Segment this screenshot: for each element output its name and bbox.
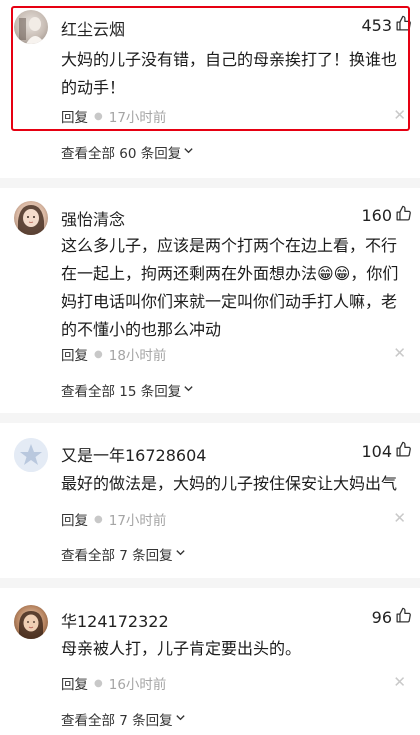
view-all-replies[interactable]: 查看全部 15 条回复 — [61, 380, 194, 400]
view-all-replies[interactable]: 查看全部 7 条回复 — [61, 544, 186, 564]
like-count: 96 — [371, 608, 392, 627]
view-all-label: 查看全部 60 条回复 — [61, 146, 182, 162]
comment-text: 最好的做法是，大妈的儿子按住保安让大妈出气 — [61, 474, 398, 493]
reply-button[interactable]: 回复 — [61, 673, 88, 693]
view-all-label: 查看全部 7 条回复 — [61, 713, 173, 729]
avatar[interactable] — [14, 605, 48, 639]
chevron-down-icon — [181, 144, 194, 160]
comment-item: 华124172322 96 母亲被人打，儿子肯定要出头的。 回复 ● 16小时前… — [0, 596, 420, 735]
like-button[interactable]: 160 — [361, 205, 412, 226]
comment-meta: 回复 ● 17小时前 — [61, 509, 166, 529]
like-button[interactable]: 104 — [361, 441, 412, 462]
view-all-replies[interactable]: 查看全部 60 条回复 — [61, 142, 194, 162]
view-all-label: 查看全部 15 条回复 — [61, 384, 182, 400]
thumbs-up-icon — [395, 205, 412, 226]
like-button[interactable]: 96 — [372, 607, 412, 628]
like-count: 104 — [361, 442, 392, 461]
username[interactable]: 强怡清念 — [61, 206, 125, 230]
like-count: 160 — [361, 206, 392, 225]
separator-dot: ● — [94, 513, 103, 525]
timestamp: 16小时前 — [108, 677, 167, 693]
username[interactable]: 又是一年16728604 — [61, 442, 206, 466]
thumbs-up-icon — [395, 607, 412, 628]
thumbs-up-icon — [395, 441, 412, 462]
close-icon[interactable]: ✕ — [393, 675, 406, 690]
chevron-down-icon — [181, 382, 194, 398]
chevron-down-icon — [173, 546, 186, 562]
section-divider — [0, 178, 420, 188]
comment-meta: 回复 ● 16小时前 — [61, 673, 166, 693]
reply-button[interactable]: 回复 — [61, 344, 88, 364]
view-all-label: 查看全部 7 条回复 — [61, 548, 173, 564]
separator-dot: ● — [94, 677, 103, 689]
view-all-replies[interactable]: 查看全部 7 条回复 — [61, 709, 186, 729]
comment-item: 又是一年16728604 104 最好的做法是，大妈的儿子按住保安让大妈出气 回… — [0, 430, 420, 570]
close-icon[interactable]: ✕ — [393, 511, 406, 526]
avatar[interactable] — [14, 438, 48, 472]
comment-text: 这么多儿子，应该是两个打两个在边上看，不行在一起上，拘两还剩两在外面想办法😁😁，… — [61, 236, 399, 339]
close-icon[interactable]: ✕ — [393, 346, 406, 361]
avatar[interactable] — [14, 201, 48, 235]
comment-meta: 回复 ● 18小时前 — [61, 344, 166, 364]
chevron-down-icon — [173, 711, 186, 727]
timestamp: 18小时前 — [108, 348, 167, 364]
highlight-box — [11, 6, 410, 131]
reply-button[interactable]: 回复 — [61, 509, 88, 529]
separator-dot: ● — [94, 348, 103, 360]
comment-item: 强怡清念 160 这么多儿子，应该是两个打两个在边上看，不行在一起上，拘两还剩两… — [0, 195, 420, 405]
section-divider — [0, 578, 420, 588]
timestamp: 17小时前 — [108, 513, 167, 529]
username[interactable]: 华124172322 — [61, 608, 169, 632]
comment-text: 母亲被人打，儿子肯定要出头的。 — [61, 639, 302, 658]
section-divider — [0, 413, 420, 423]
